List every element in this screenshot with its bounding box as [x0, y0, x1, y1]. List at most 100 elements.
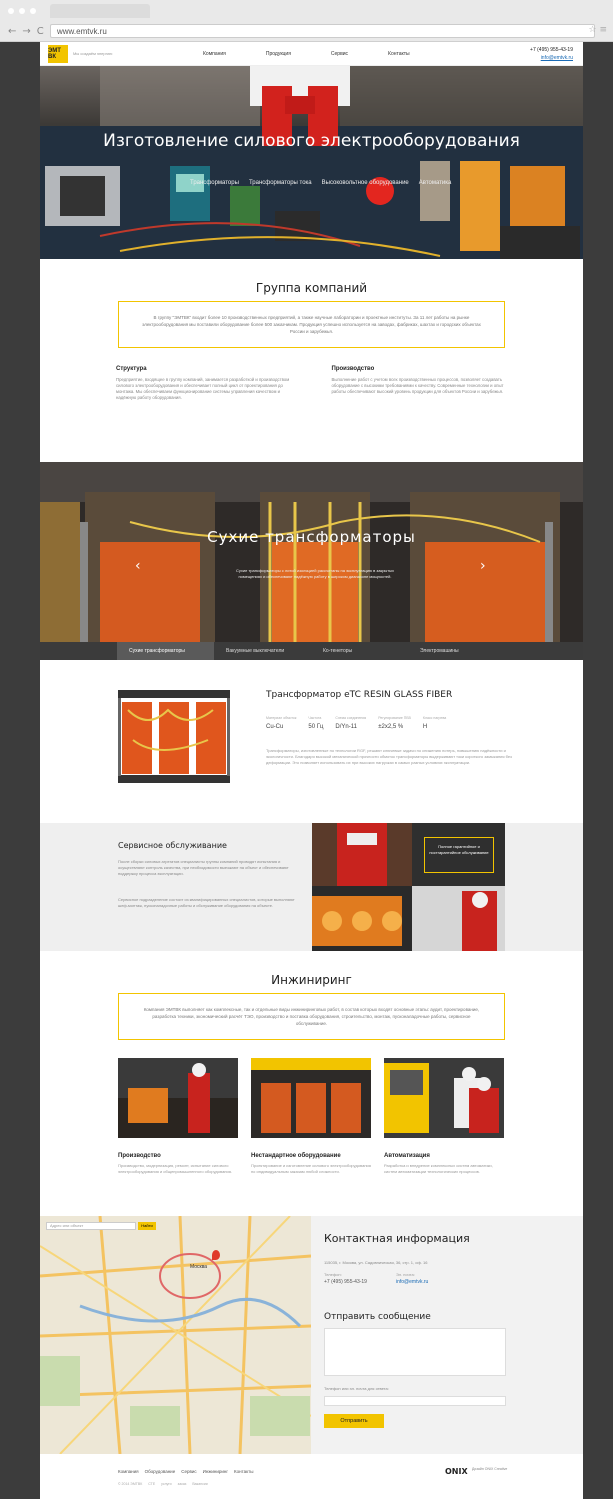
- group-columns: Структура Предприятие, входящее в группу…: [40, 348, 583, 401]
- site-footer: Компания Оборудование Сервис Инжиниринг …: [40, 1454, 583, 1499]
- card-title: Нестандартное оборудование: [251, 1153, 341, 1159]
- spec-value: Cu-Cu: [266, 724, 284, 730]
- header-email[interactable]: info@emtvk.ru: [530, 54, 573, 62]
- group-title: Группа компаний: [255, 281, 368, 295]
- map-graphic[interactable]: [40, 1216, 311, 1454]
- send-button[interactable]: Отправить: [324, 1414, 384, 1428]
- col-title: Производство: [331, 366, 375, 372]
- copyright: © 2014 ЭМТВК: [118, 1482, 143, 1486]
- address-bar[interactable]: www.emtvk.ru: [50, 24, 595, 38]
- contact-section: Адрес или объект Найти Москва Контактная…: [40, 1216, 583, 1454]
- hero-link[interactable]: Трансформаторы: [190, 180, 239, 186]
- bookmark-icon[interactable]: ☆ ≡: [589, 25, 607, 35]
- service-title: Сервисное обслуживание: [118, 841, 227, 850]
- site-logo[interactable]: ЭМТ ВК: [48, 44, 68, 63]
- spec-label: Класс нагрева: [422, 716, 447, 720]
- reload-icon[interactable]: C: [37, 26, 44, 37]
- col-title: Структура: [116, 366, 147, 372]
- spec-value: H: [422, 724, 428, 730]
- contact-phone[interactable]: +7 (495) 955-43-19: [324, 1279, 367, 1285]
- site-header: ЭМТ ВК Мы создаём энергию Компания Проду…: [40, 42, 583, 66]
- spec-item: Класс нагрева H: [423, 716, 446, 730]
- engineering-cards: Производство Производство, модернизация,…: [118, 1058, 504, 1175]
- forward-icon[interactable]: →: [22, 26, 30, 37]
- nav-company[interactable]: Компания: [203, 51, 226, 57]
- browser-tab[interactable]: [50, 4, 150, 18]
- contact-email[interactable]: info@emtvk.ru: [396, 1279, 428, 1285]
- site-tagline: Мы создаём энергию: [73, 51, 113, 56]
- map-marker-icon[interactable]: [212, 1250, 220, 1260]
- hero-links: Трансформаторы Трансформаторы тока Высок…: [190, 180, 451, 186]
- spec-label: Регулирование ПБВ: [378, 716, 411, 720]
- footer-sublink[interactable]: заказ: [178, 1482, 187, 1486]
- group-intro: В группу "ЭМТВК" входит более 10 произво…: [118, 301, 505, 348]
- footer-sublink[interactable]: СТЕ: [148, 1482, 155, 1486]
- card-photo-automation[interactable]: [384, 1058, 504, 1138]
- tab-electric-machines[interactable]: Электромашины: [408, 642, 505, 660]
- footer-sublink[interactable]: услуги: [161, 1482, 172, 1486]
- engineering-title: Инжиниринг: [271, 973, 352, 987]
- slider-prev-icon[interactable]: ‹: [135, 558, 141, 574]
- email-label: Эл. почта:: [396, 1272, 415, 1277]
- card-text: Проектирование и изготовление силового э…: [251, 1163, 371, 1174]
- product-specs: Материал обмоток Cu-Cu Частота 50 Гц Схема…: [266, 716, 446, 730]
- header-contacts: +7 (495) 955-43-19 info@emtvk.ru: [530, 46, 573, 62]
- product-image[interactable]: [118, 690, 230, 785]
- map-search-input[interactable]: Адрес или объект: [46, 1222, 136, 1230]
- onix-logo[interactable]: ONIX: [445, 1467, 468, 1476]
- back-icon[interactable]: ←: [8, 26, 16, 37]
- window-controls[interactable]: [8, 8, 36, 14]
- transformers-slider: Сухие трансформаторы Сухие трансформатор…: [40, 462, 583, 662]
- engineering-card[interactable]: Производство Производство, модернизация,…: [118, 1058, 238, 1175]
- service-text: После сборки силовых агрегатов специалис…: [118, 859, 289, 876]
- footer-link[interactable]: Оборудование: [145, 1469, 176, 1474]
- card-photo-custom[interactable]: [251, 1058, 371, 1138]
- header-phone[interactable]: +7 (495) 955-43-19: [530, 46, 573, 54]
- card-title: Автоматизация: [384, 1153, 430, 1159]
- footer-link[interactable]: Контакты: [234, 1469, 253, 1474]
- card-photo-production[interactable]: [118, 1058, 238, 1138]
- card-text: Производство, модернизация, ремонт, испы…: [118, 1163, 233, 1174]
- spec-label: Частота: [308, 716, 322, 720]
- map-search-button[interactable]: Найти: [138, 1222, 156, 1230]
- nav-products[interactable]: Продукция: [266, 51, 291, 57]
- map[interactable]: Адрес или объект Найти Москва: [40, 1216, 311, 1454]
- nav-service[interactable]: Сервис: [331, 51, 348, 57]
- hero-link[interactable]: Высоковольтное оборудование: [322, 180, 409, 186]
- reply-label: Телефон или эл. почта для ответа:: [324, 1386, 389, 1391]
- service-box-text: Полное гарантийное и постгарантийное обс…: [424, 837, 494, 873]
- onix-credit[interactable]: Дизайн ONIX Creative: [472, 1467, 507, 1472]
- hero-link[interactable]: Автоматика: [419, 180, 452, 186]
- service-text: Сервисное подразделение состоит из квали…: [118, 897, 295, 908]
- service-photo-equipment: [312, 886, 505, 951]
- engineering-card[interactable]: Автоматизация Разработка и внедрение ком…: [384, 1058, 504, 1175]
- contact-title: Контактная информация: [324, 1232, 470, 1245]
- spec-value: D/Yn-11: [335, 724, 357, 730]
- tab-vacuum-breakers[interactable]: Вакуумные выключатели: [214, 642, 311, 660]
- footer-link[interactable]: Компания: [118, 1469, 139, 1474]
- footer-link[interactable]: Сервис: [181, 1469, 196, 1474]
- spec-label: Материал обмоток: [266, 716, 297, 720]
- spec-item: Схема соединения D/Yn-11: [335, 716, 366, 730]
- hero-link[interactable]: Трансформаторы тока: [249, 180, 312, 186]
- product-title: Трансформатор eTC RESIN GLASS FIBER: [266, 690, 453, 700]
- browser-nav-buttons: ← → C: [8, 26, 44, 37]
- card-title: Производство: [118, 1153, 161, 1159]
- transformers-photo: [40, 462, 583, 662]
- engineering-card[interactable]: Нестандартное оборудование Проектировани…: [251, 1058, 371, 1175]
- spec-value: 50 Гц: [308, 724, 324, 730]
- product-desc: Трансформаторы, изготовленные по техноло…: [266, 748, 512, 765]
- product-tabs: Сухие трансформаторы Вакуумные выключате…: [40, 642, 583, 660]
- tab-dry-transformers[interactable]: Сухие трансформаторы: [117, 642, 214, 660]
- footer-link[interactable]: Инжиниринг: [203, 1469, 228, 1474]
- service-section: Сервисное обслуживание После сборки сило…: [40, 823, 583, 951]
- reply-input[interactable]: [324, 1396, 506, 1406]
- col-text: Предприятие, входящее в группу компаний,…: [116, 377, 290, 400]
- message-textarea[interactable]: [324, 1328, 506, 1376]
- slider-next-icon[interactable]: ›: [480, 558, 486, 574]
- footer-nav: Компания Оборудование Сервис Инжиниринг …: [118, 1469, 253, 1474]
- engineering-intro: Компания ЭМТВК выполняет как комплексные…: [118, 993, 505, 1040]
- footer-sublink[interactable]: Вакансии: [192, 1482, 207, 1486]
- tab-cotenators[interactable]: Ко-тенеторы: [311, 642, 408, 660]
- nav-contacts[interactable]: Контакты: [388, 51, 410, 57]
